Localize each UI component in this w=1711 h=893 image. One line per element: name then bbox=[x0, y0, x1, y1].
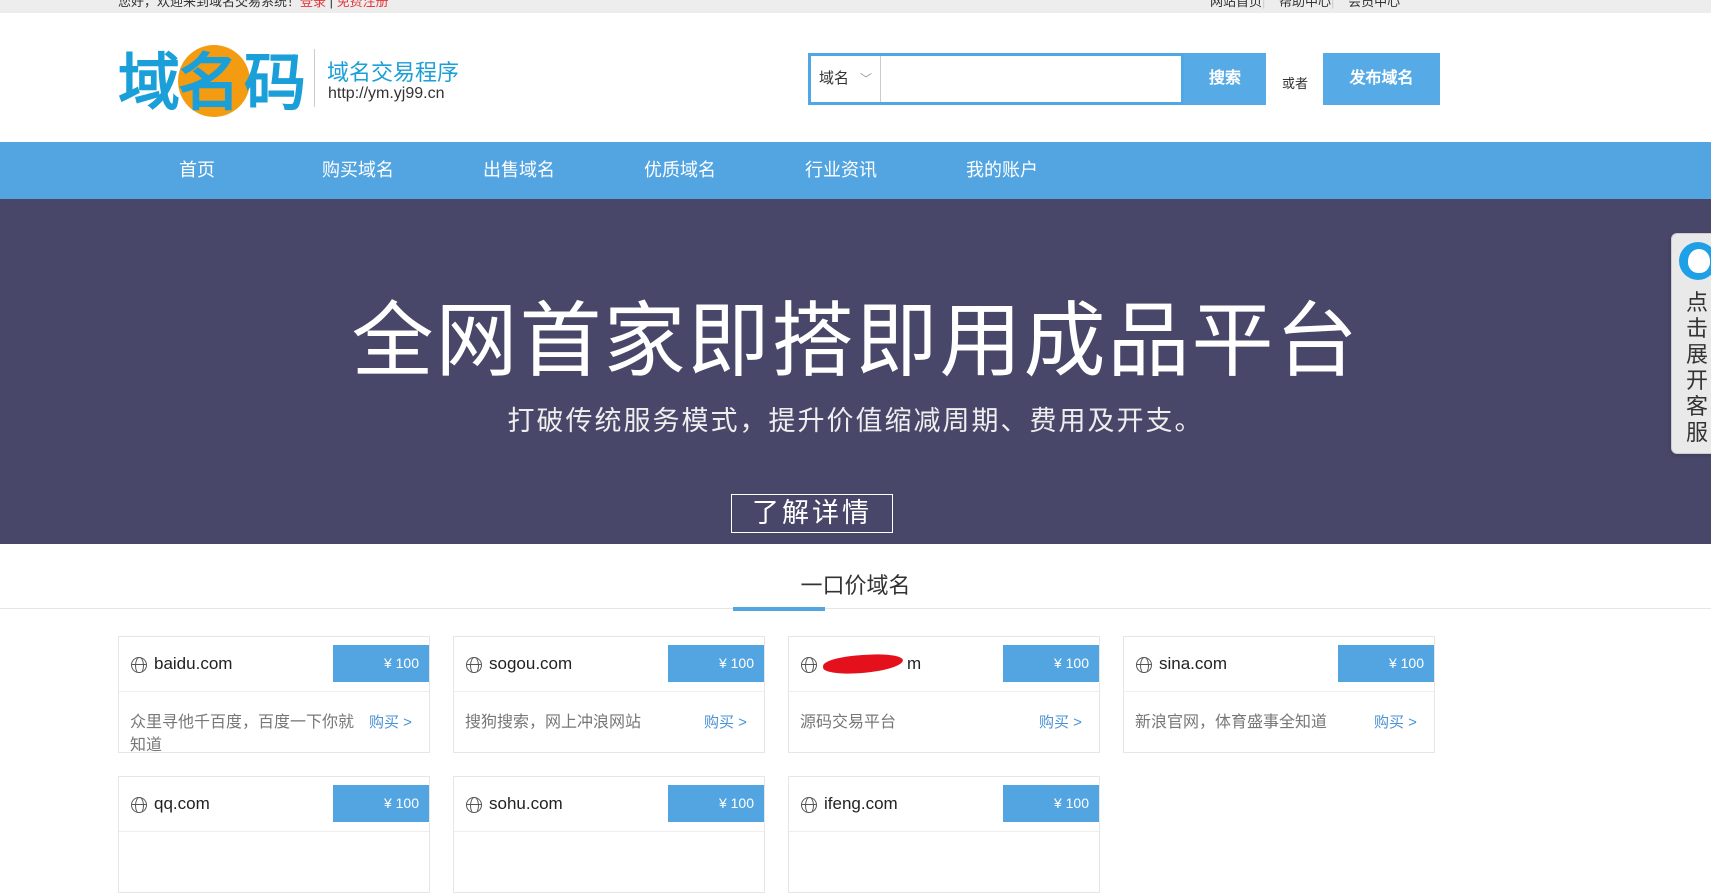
domain-name[interactable]: ifeng.com bbox=[824, 794, 898, 814]
globe-icon bbox=[801, 657, 817, 673]
header: 域 名 码 域名交易程序 http://ym.yj99.cn 域名 ﹀ 搜索 或… bbox=[0, 13, 1711, 142]
domain-card[interactable]: baidu.com ¥ 100 众里寻他千百度，百度一下你就知道 购买 > bbox=[118, 636, 430, 754]
hero-banner: 全网首家即搭即用成品平台 打破传统服务模式，提升价值缩减周期、费用及开支。 了解… bbox=[0, 199, 1711, 544]
learn-more-button[interactable]: 了解详情 bbox=[731, 494, 893, 533]
globe-icon bbox=[801, 797, 817, 813]
price-badge: ¥ 100 bbox=[1003, 785, 1099, 822]
search-type-select[interactable]: 域名 ﹀ bbox=[811, 56, 881, 102]
domain-card[interactable]: sohu.com ¥ 100 bbox=[453, 776, 765, 893]
search-button[interactable]: 搜索 bbox=[1184, 53, 1266, 105]
section-title-underline bbox=[733, 607, 825, 611]
nav-item-buy-domain[interactable]: 购买域名 bbox=[322, 142, 394, 199]
chevron-down-icon: ﹀ bbox=[859, 72, 872, 86]
top-bar: 您好，欢迎来到域名交易系统！登录 | 免费注册 网站首页| 帮助中心| 会员中心 bbox=[0, 0, 1711, 13]
redaction-mark bbox=[822, 652, 904, 676]
main-nav: 首页 购买域名 出售域名 优质域名 行业资讯 我的账户 bbox=[0, 142, 1711, 199]
section-title: 一口价域名 bbox=[800, 573, 911, 598]
qq-icon bbox=[1679, 242, 1711, 280]
search-box: 域名 ﹀ bbox=[808, 53, 1184, 105]
globe-icon bbox=[466, 657, 482, 673]
help-link[interactable]: 帮助中心 bbox=[1279, 0, 1331, 9]
login-link[interactable]: 登录 bbox=[300, 0, 326, 9]
domain-name[interactable]: qq.com bbox=[154, 794, 210, 814]
domain-name[interactable]: sina.com bbox=[1159, 654, 1227, 674]
nav-item-premium-domain[interactable]: 优质域名 bbox=[644, 142, 716, 199]
domain-name[interactable]: baidu.com bbox=[154, 654, 232, 674]
domain-card[interactable]: ifeng.com ¥ 100 bbox=[788, 776, 1100, 893]
domain-description: 众里寻他千百度，百度一下你就知道 bbox=[130, 714, 355, 754]
price-badge: ¥ 100 bbox=[668, 645, 764, 682]
domain-name[interactable]: m bbox=[907, 654, 921, 674]
price-badge: ¥ 100 bbox=[1338, 645, 1434, 682]
buy-link[interactable]: 购买 > bbox=[704, 711, 747, 732]
domain-card[interactable]: sogou.com ¥ 100 搜狗搜索，网上冲浪网站 购买 > bbox=[453, 636, 765, 753]
domain-card[interactable]: m ¥ 100 源码交易平台 购买 > bbox=[788, 636, 1100, 753]
price-badge: ¥ 100 bbox=[333, 785, 429, 822]
banner-title: 全网首家即搭即用成品平台 bbox=[351, 294, 1360, 389]
greeting-text: 您好，欢迎来到域名交易系统！ bbox=[118, 0, 301, 9]
nav-item-my-account[interactable]: 我的账户 bbox=[966, 142, 1038, 199]
logo-subtitle: 域名交易程序 bbox=[327, 60, 460, 85]
search-type-label: 域名 bbox=[819, 70, 850, 87]
member-link[interactable]: 会员中心 bbox=[1348, 0, 1400, 9]
greeting: 您好，欢迎来到域名交易系统！登录 | 免费注册 bbox=[118, 0, 389, 10]
site-logo[interactable]: 域 名 码 bbox=[118, 41, 308, 121]
section-divider bbox=[0, 608, 1711, 609]
nav-item-sell-domain[interactable]: 出售域名 bbox=[483, 142, 555, 199]
price-badge: ¥ 100 bbox=[1003, 645, 1099, 682]
search-input[interactable] bbox=[883, 56, 1179, 102]
price-badge: ¥ 100 bbox=[333, 645, 429, 682]
domain-description: 新浪官网，体育盛事全知道 bbox=[1135, 714, 1328, 731]
globe-icon bbox=[131, 797, 147, 813]
logo-url: http://ym.yj99.cn bbox=[328, 85, 445, 102]
domain-name[interactable]: sohu.com bbox=[489, 794, 563, 814]
logo-divider bbox=[314, 49, 315, 107]
buy-link[interactable]: 购买 > bbox=[369, 711, 412, 732]
globe-icon bbox=[1136, 657, 1152, 673]
domain-card[interactable]: qq.com ¥ 100 bbox=[118, 776, 430, 893]
logo-text-left: 域 bbox=[118, 46, 180, 119]
home-link[interactable]: 网站首页 bbox=[1210, 0, 1262, 9]
globe-icon bbox=[466, 797, 482, 813]
customer-service-tab[interactable]: 点击展开客服 bbox=[1671, 233, 1711, 454]
or-text: 或者 bbox=[1282, 76, 1309, 91]
nav-item-industry-news[interactable]: 行业资讯 bbox=[805, 142, 877, 199]
buy-link[interactable]: 购买 > bbox=[1374, 711, 1417, 732]
publish-domain-button[interactable]: 发布域名 bbox=[1323, 53, 1440, 105]
buy-link[interactable]: 购买 > bbox=[1039, 711, 1082, 732]
register-link[interactable]: 免费注册 bbox=[337, 0, 389, 9]
price-badge: ¥ 100 bbox=[668, 785, 764, 822]
domain-name[interactable]: sogou.com bbox=[489, 654, 572, 674]
customer-service-label: 点击展开客服 bbox=[1686, 290, 1709, 445]
globe-icon bbox=[131, 657, 147, 673]
domain-description: 源码交易平台 bbox=[800, 714, 897, 731]
domain-description: 搜狗搜索，网上冲浪网站 bbox=[465, 714, 642, 731]
nav-item-home[interactable]: 首页 bbox=[179, 142, 215, 199]
greeting-divider: | bbox=[329, 0, 334, 9]
domain-card[interactable]: sina.com ¥ 100 新浪官网，体育盛事全知道 购买 > bbox=[1123, 636, 1435, 753]
banner-subtitle: 打破传统服务模式，提升价值缩减周期、费用及开支。 bbox=[507, 406, 1204, 437]
top-links: 网站首页| 帮助中心| 会员中心 bbox=[1210, 0, 1400, 10]
logo-text-mid: 名 bbox=[178, 46, 240, 119]
logo-text-right: 码 bbox=[244, 46, 306, 119]
